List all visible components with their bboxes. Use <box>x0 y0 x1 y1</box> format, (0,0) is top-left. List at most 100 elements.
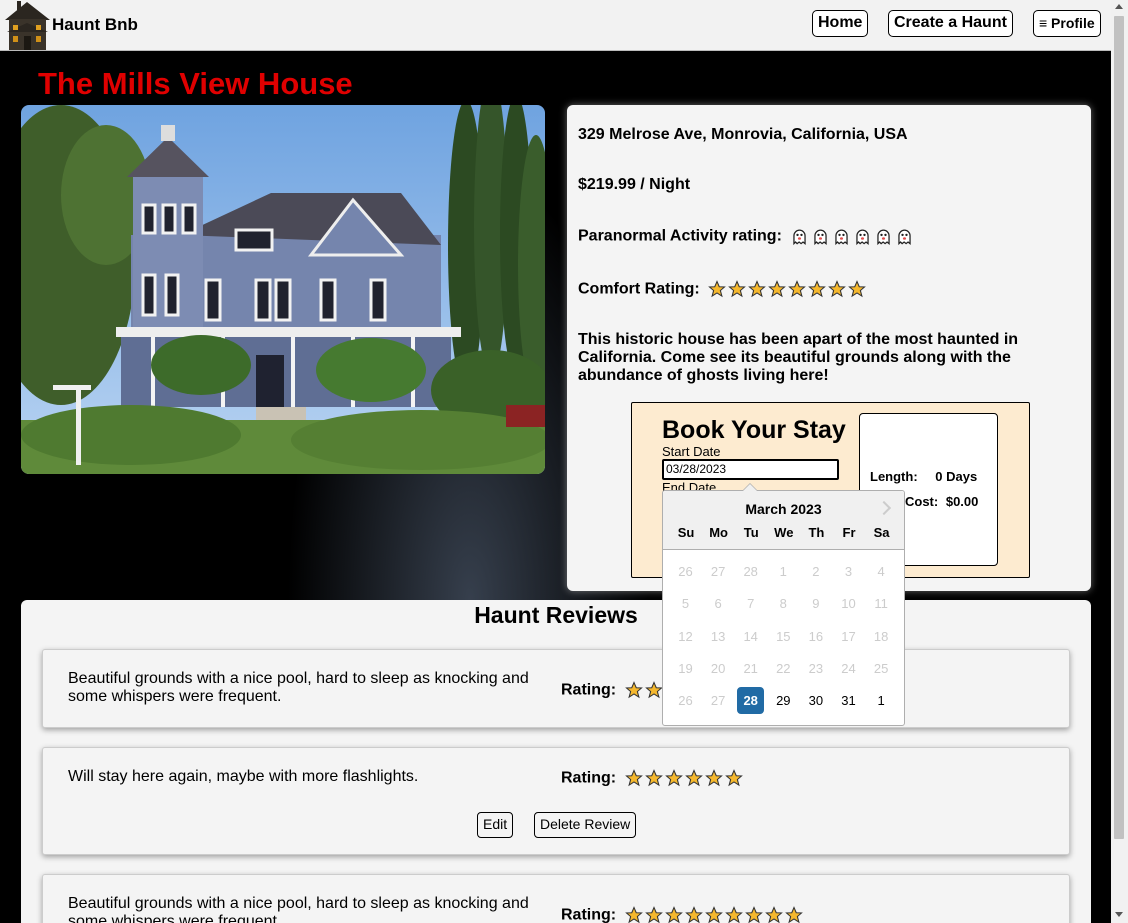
calendar-day[interactable]: 3 <box>835 558 862 585</box>
calendar-day[interactable]: 27 <box>705 687 732 714</box>
star-icon <box>624 769 643 787</box>
reviews-section: Haunt Reviews Beautiful grounds with a n… <box>21 600 1091 923</box>
top-navbar: Haunt Bnb Home Create a Haunt ≡ Profile <box>0 0 1111 51</box>
profile-menu-button[interactable]: ≡ Profile <box>1033 10 1101 37</box>
calendar-day[interactable]: 11 <box>868 590 895 617</box>
calendar-day[interactable]: 25 <box>868 655 895 682</box>
calendar-day[interactable]: 27 <box>705 558 732 585</box>
calendar-day[interactable]: 31 <box>835 687 862 714</box>
star-icon <box>748 280 767 298</box>
paranormal-rating-label: Paranormal Activity rating: <box>578 227 782 245</box>
calendar-day[interactable]: 24 <box>835 655 862 682</box>
calendar-day[interactable]: 28 <box>737 687 765 715</box>
review-rating-label: Rating: <box>561 906 617 923</box>
calendar-day[interactable]: 7 <box>737 590 764 617</box>
calendar-day[interactable]: 26 <box>672 558 699 585</box>
star-rating-icons <box>624 906 805 923</box>
calendar-day[interactable]: 23 <box>802 655 829 682</box>
calendar-day[interactable]: 10 <box>835 590 862 617</box>
review-card: Beautiful grounds with a nice pool, hard… <box>42 874 1070 923</box>
calendar-day[interactable]: 6 <box>705 590 732 617</box>
calendar-day[interactable]: 16 <box>802 623 829 650</box>
calendar-month: March 2023 <box>745 501 822 517</box>
star-icon <box>624 681 643 699</box>
review-card: Beautiful grounds with a nice pool, hard… <box>42 649 1070 728</box>
calendar-day[interactable]: 12 <box>672 623 699 650</box>
paranormal-rating: Paranormal Activity rating: <box>578 227 916 246</box>
star-icon <box>684 906 703 923</box>
calendar-day[interactable]: 19 <box>672 655 699 682</box>
delete-review-button[interactable]: Delete Review <box>534 812 637 838</box>
cost-label: Cost: <box>905 494 939 509</box>
star-icon <box>624 906 643 923</box>
calendar-day[interactable]: 20 <box>705 655 732 682</box>
star-icon <box>768 280 787 298</box>
brand-name[interactable]: Haunt Bnb <box>52 15 138 35</box>
star-icon <box>784 906 803 923</box>
calendar-day[interactable]: 17 <box>835 623 862 650</box>
star-icon <box>708 280 727 298</box>
reviews-title: Haunt Reviews <box>474 602 638 628</box>
calendar-day[interactable]: 1 <box>868 687 895 714</box>
star-icon <box>724 769 743 787</box>
ghost-icon <box>898 229 912 246</box>
calendar-day[interactable]: 15 <box>770 623 797 650</box>
calendar-day[interactable]: 14 <box>737 623 764 650</box>
calendar-day[interactable]: 13 <box>705 623 732 650</box>
calendar-day[interactable]: 29 <box>770 687 797 714</box>
calendar-day[interactable]: 26 <box>672 687 699 714</box>
calendar-day[interactable]: 4 <box>868 558 895 585</box>
length-value: 0 Days <box>935 469 978 484</box>
comfort-rating-label: Comfort Rating: <box>578 280 700 298</box>
calendar-day[interactable]: 1 <box>770 558 797 585</box>
ghost-icon <box>814 229 828 246</box>
ghost-icon <box>877 229 891 246</box>
ghost-icon <box>856 229 870 246</box>
calendar-day[interactable]: 18 <box>868 623 895 650</box>
ghost-icon <box>793 229 807 246</box>
star-icon <box>664 906 683 923</box>
comfort-rating: Comfort Rating: <box>578 280 868 298</box>
calendar-header: March 2023 Su Mo Tu We Th Fr Sa <box>663 491 904 550</box>
start-date-input[interactable]: 03/28/2023 <box>662 459 839 480</box>
cost-row: Cost: $0.00 <box>905 494 978 509</box>
review-rating: Rating: <box>561 681 665 699</box>
star-icon <box>744 906 763 923</box>
star-icon <box>644 681 663 699</box>
star-icon <box>704 769 723 787</box>
review-rating-label: Rating: <box>561 769 617 787</box>
star-rating-icons <box>624 769 745 787</box>
calendar-day[interactable]: 8 <box>770 590 797 617</box>
vertical-scrollbar[interactable] <box>1111 0 1128 923</box>
calendar-day-name: We <box>774 525 794 540</box>
calendar-day[interactable]: 30 <box>802 687 829 714</box>
length-row: Length: 0 Days <box>870 469 977 484</box>
calendar-day[interactable]: 22 <box>770 655 797 682</box>
home-button[interactable]: Home <box>812 10 869 37</box>
review-rating: Rating: <box>561 769 745 787</box>
star-rating-icons <box>624 681 665 699</box>
listing-description: This historic house has been apart of th… <box>578 331 1019 384</box>
calendar-day[interactable]: 21 <box>737 655 764 682</box>
create-haunt-button[interactable]: Create a Haunt <box>888 10 1013 37</box>
haunted-house-logo-icon[interactable] <box>3 0 52 50</box>
star-icon <box>724 906 743 923</box>
calendar-day[interactable]: 5 <box>672 590 699 617</box>
ghost-icon <box>835 229 849 246</box>
scroll-up-arrow-icon[interactable] <box>1115 4 1123 9</box>
calendar-day-name: Sa <box>873 525 890 540</box>
calendar-day[interactable]: 28 <box>737 558 764 585</box>
listing-price: $219.99 / Night <box>578 176 691 193</box>
calendar-day[interactable]: 9 <box>802 590 829 617</box>
listing-title: The Mills View House <box>38 66 353 101</box>
star-icon <box>848 280 867 298</box>
star-icon <box>704 906 723 923</box>
star-icon <box>788 280 807 298</box>
edit-review-button[interactable]: Edit <box>477 812 514 838</box>
cost-value: $0.00 <box>945 494 979 509</box>
scrollbar-thumb[interactable] <box>1114 16 1124 839</box>
star-icon <box>808 280 827 298</box>
review-text: Beautiful grounds with a nice pool, hard… <box>68 670 529 705</box>
calendar-day[interactable]: 2 <box>802 558 829 585</box>
scroll-down-arrow-icon[interactable] <box>1115 912 1123 917</box>
